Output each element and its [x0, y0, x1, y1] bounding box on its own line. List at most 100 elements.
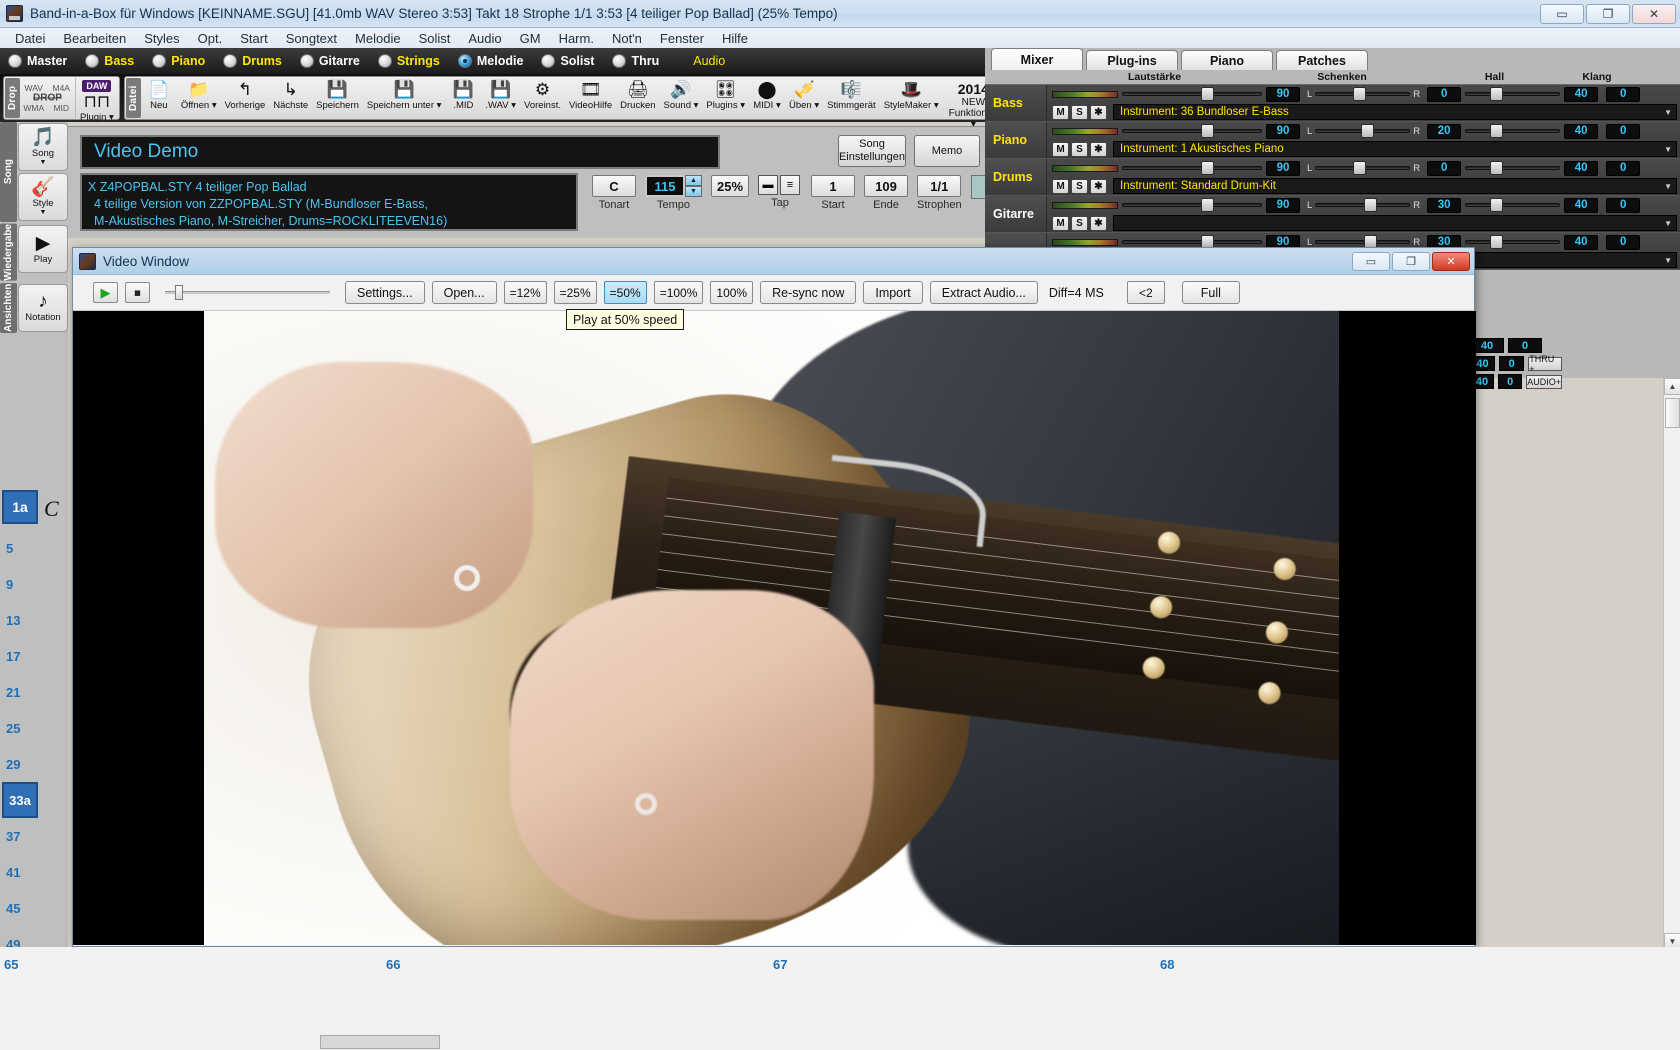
- instrument-dropdown[interactable]: ▼: [1113, 215, 1677, 231]
- extra-button[interactable]: THRU +: [1528, 357, 1562, 371]
- memo-button[interactable]: Memo: [914, 135, 980, 167]
- menu-item-melodie[interactable]: Melodie: [346, 30, 410, 47]
- mute-button[interactable]: M: [1052, 179, 1069, 194]
- mixer-tab-plug-ins[interactable]: Plug-ins: [1086, 50, 1178, 70]
- volume-slider[interactable]: [1122, 162, 1262, 174]
- pan-value[interactable]: 20: [1427, 124, 1461, 139]
- pan-slider[interactable]: [1315, 199, 1410, 211]
- tone-value[interactable]: 0: [1606, 235, 1640, 250]
- video-full-button[interactable]: Full: [1182, 281, 1240, 304]
- volume-slider[interactable]: [1122, 88, 1262, 100]
- bottom-bar-number-65[interactable]: 65: [4, 957, 18, 972]
- video-button-re-sync-now[interactable]: Re-sync now: [760, 281, 856, 304]
- radio-icon[interactable]: [85, 54, 99, 68]
- reverb-slider[interactable]: [1465, 88, 1560, 100]
- song-title-field[interactable]: Video Demo: [80, 135, 720, 169]
- toolbar-button-stylemaker[interactable]: 🎩StyleMaker ▾: [880, 78, 943, 118]
- menu-item-fenster[interactable]: Fenster: [651, 30, 713, 47]
- volume-slider[interactable]: [1122, 125, 1262, 137]
- extra-tone-value[interactable]: 0: [1508, 338, 1542, 353]
- slider-knob[interactable]: [1490, 161, 1503, 175]
- volume-value[interactable]: 90: [1266, 124, 1300, 139]
- slider-knob[interactable]: [1361, 124, 1374, 138]
- extra-tone-value[interactable]: 0: [1498, 374, 1522, 389]
- instrument-dropdown[interactable]: Instrument: 1 Akustisches Piano▼: [1113, 141, 1677, 157]
- extra-button[interactable]: AUDIO+: [1526, 375, 1562, 389]
- volume-value[interactable]: 90: [1266, 87, 1300, 102]
- solo-button[interactable]: S: [1071, 216, 1088, 231]
- video-button-settings[interactable]: Settings...: [345, 281, 425, 304]
- menu-item-hilfe[interactable]: Hilfe: [713, 30, 757, 47]
- video-button-12[interactable]: =12%: [504, 281, 547, 304]
- menu-item-bearbeiten[interactable]: Bearbeiten: [54, 30, 135, 47]
- tone-value[interactable]: 0: [1606, 198, 1640, 213]
- radio-icon[interactable]: [612, 54, 626, 68]
- bar-number-33a[interactable]: 33a: [2, 782, 38, 818]
- chevron-down-icon[interactable]: ▼: [1664, 108, 1672, 117]
- tone-value[interactable]: 0: [1606, 124, 1640, 139]
- menu-item-start[interactable]: Start: [231, 30, 276, 47]
- slider-knob[interactable]: [1490, 235, 1503, 249]
- menu-item-harm[interactable]: Harm.: [550, 30, 603, 47]
- instrument-radio-thru[interactable]: Thru: [612, 54, 659, 68]
- video-button-50[interactable]: =50%: [604, 281, 647, 304]
- slider-knob[interactable]: [1490, 198, 1503, 212]
- pan-value[interactable]: 0: [1427, 161, 1461, 176]
- menu-item-audio[interactable]: Audio: [459, 30, 510, 47]
- toolbar-button-stimmger-t[interactable]: 🎼Stimmgerät: [823, 78, 880, 118]
- radio-icon[interactable]: [458, 54, 472, 68]
- sidebar-button-notation[interactable]: ♪Notation: [18, 284, 68, 332]
- radio-icon[interactable]: [378, 54, 392, 68]
- toolbar-button-n-chste[interactable]: ↳Nächste: [269, 78, 312, 118]
- radio-icon[interactable]: [300, 54, 314, 68]
- start-value[interactable]: 1: [811, 175, 855, 197]
- bottom-bar-number-67[interactable]: 67: [773, 957, 787, 972]
- video-button-100[interactable]: =100%: [654, 281, 704, 304]
- style-info-box[interactable]: X Z4POPBAL.STY 4 teiliger Pop Ballad4 te…: [80, 173, 578, 231]
- drop-target[interactable]: WAV M4A WMA MID DROP: [20, 78, 76, 118]
- chevron-down-icon[interactable]: ▼: [1664, 219, 1672, 228]
- bar-number-37[interactable]: 37: [0, 818, 38, 854]
- pan-slider[interactable]: [1315, 88, 1410, 100]
- reverb-slider[interactable]: [1465, 162, 1560, 174]
- instrument-dropdown[interactable]: Instrument: 36 Bundloser E-Bass▼: [1113, 104, 1677, 120]
- toolbar-button-speichern-unter[interactable]: 💾Speichern unter ▾: [363, 78, 445, 118]
- video-playback-area[interactable]: [73, 311, 1476, 945]
- menu-item-not-n[interactable]: Not'n: [603, 30, 651, 47]
- toolbar-button-videohilfe[interactable]: 🎞VideoHilfe: [565, 78, 616, 118]
- bar-number-21[interactable]: 21: [0, 674, 38, 710]
- mixer-tab-piano[interactable]: Piano: [1181, 50, 1273, 70]
- slider-knob[interactable]: [1201, 161, 1214, 175]
- daw-plugin-button[interactable]: DAW ⊓⊓ Plugin ▾: [76, 78, 118, 118]
- video-button-open[interactable]: Open...: [432, 281, 497, 304]
- mute-button[interactable]: M: [1052, 105, 1069, 120]
- mute-button[interactable]: M: [1052, 142, 1069, 157]
- bar-number-9[interactable]: 9: [0, 566, 38, 602]
- video-button-100[interactable]: 100%: [710, 281, 753, 304]
- freeze-button[interactable]: ✱: [1090, 142, 1107, 157]
- reverb-value[interactable]: 40: [1564, 161, 1598, 176]
- volume-value[interactable]: 90: [1266, 198, 1300, 213]
- instrument-radio-bass[interactable]: Bass: [85, 54, 134, 68]
- video-play-button[interactable]: ▶: [93, 282, 118, 303]
- toolbar-button-sound[interactable]: 🔊Sound ▾: [660, 78, 703, 118]
- pan-slider[interactable]: [1315, 162, 1410, 174]
- instrument-radio-master[interactable]: Master: [8, 54, 67, 68]
- bottom-bar-number-66[interactable]: 66: [386, 957, 400, 972]
- volume-value[interactable]: 90: [1266, 161, 1300, 176]
- radio-icon[interactable]: [8, 54, 22, 68]
- menu-item-opt[interactable]: Opt.: [189, 30, 232, 47]
- reverb-value[interactable]: 40: [1564, 124, 1598, 139]
- toolbar-button-wav[interactable]: 💾.WAV ▾: [481, 78, 520, 118]
- video-button-import[interactable]: Import: [863, 281, 922, 304]
- radio-icon[interactable]: [152, 54, 166, 68]
- reverb-slider[interactable]: [1465, 125, 1560, 137]
- chevron-down-icon[interactable]: ▼: [40, 209, 47, 216]
- radio-icon[interactable]: [223, 54, 237, 68]
- instrument-radio-piano[interactable]: Piano: [152, 54, 205, 68]
- toolbar-button-speichern[interactable]: 💾Speichern: [312, 78, 363, 118]
- menu-item-datei[interactable]: Datei: [6, 30, 54, 47]
- chevron-down-icon[interactable]: ▼: [1664, 145, 1672, 154]
- pan-value[interactable]: 0: [1427, 87, 1461, 102]
- video-stop-button[interactable]: ⏹: [125, 282, 150, 303]
